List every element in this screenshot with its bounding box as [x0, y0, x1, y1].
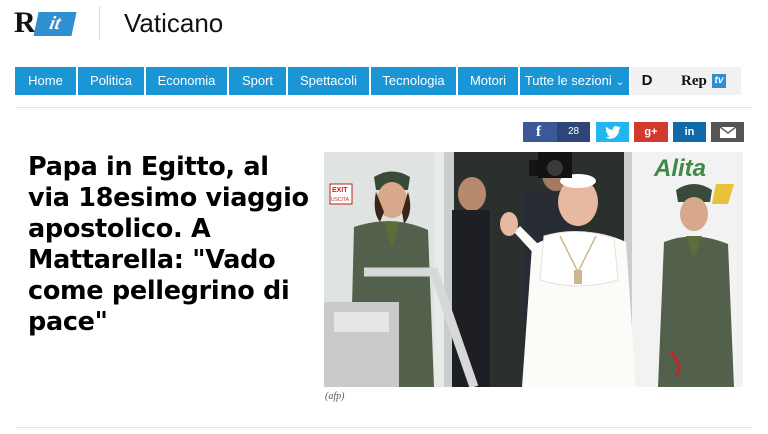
bottom-divider — [15, 427, 753, 428]
nav-item-tutte-le-sezioni[interactable]: Tutte le sezioni ⌄ — [520, 67, 629, 95]
repubblica-logo[interactable]: R it — [14, 4, 80, 42]
envelope-icon — [719, 126, 736, 138]
logo-letter-r: R — [14, 6, 36, 39]
d-magazine-link[interactable]: D — [631, 67, 663, 95]
reptv-logo-text: Rep — [681, 73, 707, 89]
twitter-share-button[interactable] — [596, 122, 629, 142]
twitter-bird-icon — [604, 126, 621, 139]
pope-boarding-plane-illustration: EXIT USCITA Alita — [324, 152, 743, 387]
reptv-link[interactable]: Rep tv — [663, 67, 741, 95]
nav-item-sport[interactable]: Sport — [229, 67, 286, 95]
mail-share-button[interactable] — [711, 122, 744, 142]
facebook-share-count: 28 — [557, 122, 590, 142]
article-headline[interactable]: Papa in Egitto, al via 18esimo viaggio a… — [28, 152, 318, 338]
section-title[interactable]: Vaticano — [124, 6, 223, 40]
chevron-down-icon: ⌄ — [615, 77, 625, 88]
facebook-share-button[interactable]: f 28 — [523, 122, 590, 142]
header-divider — [99, 6, 100, 40]
logo-it-badge: it — [33, 12, 77, 36]
nav-item-economia[interactable]: Economia — [146, 67, 227, 95]
reptv-tv-badge: tv — [712, 74, 726, 88]
nav-divider — [15, 107, 753, 108]
nav-item-label: Tutte le sezioni — [524, 73, 612, 88]
photo-caption: (afp) — [325, 391, 345, 402]
nav-item-spettacoli[interactable]: Spettacoli — [288, 67, 369, 95]
facebook-icon: f — [536, 124, 541, 140]
googleplus-share-button[interactable]: g+ — [634, 122, 668, 142]
linkedin-share-button[interactable]: in — [673, 122, 706, 142]
airline-livery-text: Alita — [653, 155, 706, 182]
exit-sign-text: EXIT — [332, 187, 348, 194]
uscita-sign-text: USCITA — [331, 197, 350, 203]
nav-item-tecnologia[interactable]: Tecnologia — [371, 67, 456, 95]
nav-item-home[interactable]: Home — [15, 67, 76, 95]
article-photo[interactable]: EXIT USCITA Alita — [324, 152, 743, 387]
nav-item-politica[interactable]: Politica — [78, 67, 144, 95]
nav-item-motori[interactable]: Motori — [458, 67, 518, 95]
